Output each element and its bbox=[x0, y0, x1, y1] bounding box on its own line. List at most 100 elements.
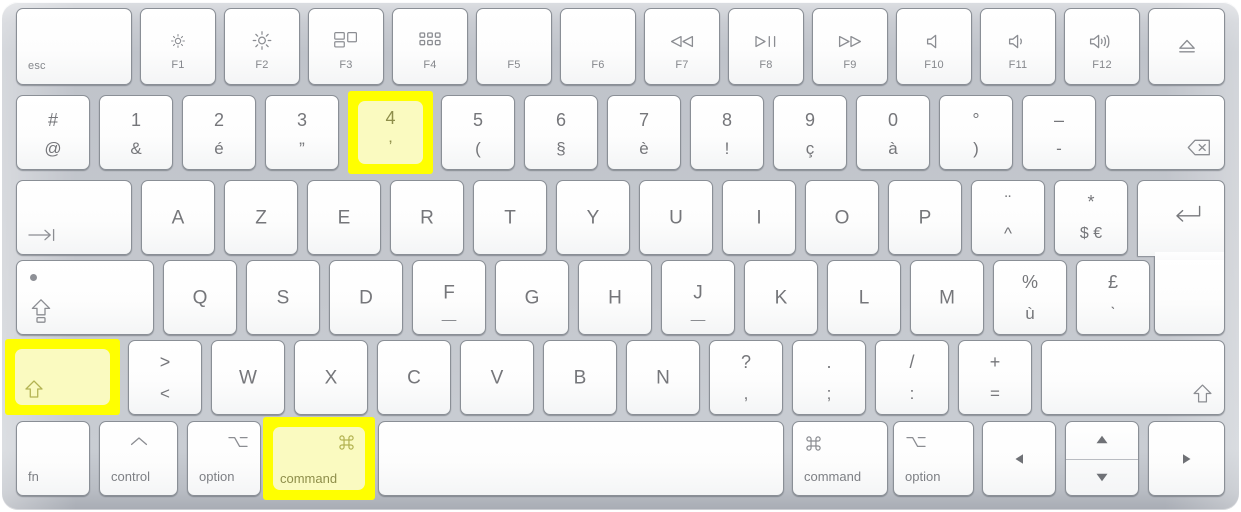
up-down-arrow-key[interactable] bbox=[1065, 421, 1139, 496]
mute-icon bbox=[926, 34, 942, 49]
k-key[interactable]: K bbox=[744, 260, 818, 335]
space-key[interactable] bbox=[378, 421, 784, 496]
f9-key[interactable]: F9 bbox=[812, 8, 888, 85]
r-key[interactable]: R bbox=[390, 180, 464, 255]
j-key[interactable]: J bbox=[661, 260, 735, 335]
right-command-key[interactable]: command bbox=[792, 421, 888, 496]
m-key[interactable]: M bbox=[910, 260, 984, 335]
7-key-top: 7 bbox=[638, 109, 650, 130]
right-option-key[interactable]: option bbox=[893, 421, 974, 496]
dollar-euro-key[interactable]: * $ € bbox=[1054, 180, 1128, 255]
9-key-top: 9 bbox=[804, 109, 816, 130]
p-key[interactable]: P bbox=[888, 180, 962, 255]
o-key[interactable]: O bbox=[805, 180, 879, 255]
enter-key-joint bbox=[1155, 252, 1224, 260]
hash-at-key[interactable]: # @ bbox=[16, 95, 90, 170]
eject-key[interactable] bbox=[1148, 8, 1225, 85]
f11-key[interactable]: F11 bbox=[980, 8, 1056, 85]
angle-bracket-key[interactable]: > < bbox=[128, 340, 202, 415]
u-key[interactable]: U bbox=[639, 180, 713, 255]
9-key[interactable]: 9 ç bbox=[773, 95, 847, 170]
8-key-bottom: ! bbox=[724, 138, 730, 158]
esc-key[interactable]: esc bbox=[16, 8, 132, 85]
y-key[interactable]: Y bbox=[556, 180, 630, 255]
f6-key[interactable]: F6 bbox=[560, 8, 636, 85]
f12-key[interactable]: F12 bbox=[1064, 8, 1140, 85]
j-key-label: J bbox=[693, 282, 703, 304]
h-key[interactable]: H bbox=[578, 260, 652, 335]
capslock-indicator-led bbox=[30, 274, 37, 281]
right-arrow-key[interactable] bbox=[1148, 421, 1225, 496]
o-key-label: O bbox=[834, 207, 850, 228]
f2-key-label: F2 bbox=[255, 59, 269, 72]
a-key[interactable]: A bbox=[141, 180, 215, 255]
2-key-top: 2 bbox=[213, 109, 225, 130]
plus-equals-key[interactable]: + = bbox=[958, 340, 1032, 415]
f2-key[interactable]: F2 bbox=[224, 8, 300, 85]
f7-key[interactable]: F7 bbox=[644, 8, 720, 85]
6-key-bottom: § bbox=[556, 138, 566, 158]
f10-key[interactable]: F10 bbox=[896, 8, 972, 85]
1-key[interactable]: 1 & bbox=[99, 95, 173, 170]
control-key[interactable]: control bbox=[99, 421, 178, 496]
percent-u-key[interactable]: % ù bbox=[993, 260, 1067, 335]
left-arrow-key[interactable] bbox=[982, 421, 1056, 496]
z-key[interactable]: Z bbox=[224, 180, 298, 255]
b-key[interactable]: B bbox=[543, 340, 617, 415]
d-key[interactable]: D bbox=[329, 260, 403, 335]
8-key[interactable]: 8 ! bbox=[690, 95, 764, 170]
l-key[interactable]: L bbox=[827, 260, 901, 335]
t-key[interactable]: T bbox=[473, 180, 547, 255]
question-comma-key[interactable]: ? , bbox=[709, 340, 783, 415]
q-key[interactable]: Q bbox=[163, 260, 237, 335]
capslock-key[interactable] bbox=[16, 260, 154, 335]
2-key[interactable]: 2 é bbox=[182, 95, 256, 170]
fn-key[interactable]: fn bbox=[16, 421, 90, 496]
volume-down-icon bbox=[1008, 34, 1028, 49]
n-key[interactable]: N bbox=[626, 340, 700, 415]
right-option-key-label: option bbox=[905, 469, 941, 484]
f3-key[interactable]: F3 bbox=[308, 8, 384, 85]
f3-key-label: F3 bbox=[339, 59, 353, 72]
degree-paren-key[interactable]: ° ) bbox=[939, 95, 1013, 170]
f4-key[interactable]: F4 bbox=[392, 8, 468, 85]
circumflex-key[interactable]: ¨ ^ bbox=[971, 180, 1045, 255]
4-key[interactable]: 4 ’ bbox=[358, 101, 423, 164]
f8-key[interactable]: F8 bbox=[728, 8, 804, 85]
w-key[interactable]: W bbox=[211, 340, 285, 415]
0-key[interactable]: 0 à bbox=[856, 95, 930, 170]
f-key[interactable]: F bbox=[412, 260, 486, 335]
left-option-key[interactable]: option bbox=[187, 421, 261, 496]
f1-key[interactable]: F1 bbox=[140, 8, 216, 85]
f5-key[interactable]: F5 bbox=[476, 8, 552, 85]
volume-up-icon bbox=[1089, 34, 1115, 49]
delete-key[interactable] bbox=[1105, 95, 1225, 170]
7-key[interactable]: 7 è bbox=[607, 95, 681, 170]
tab-key[interactable] bbox=[16, 180, 132, 255]
left-shift-key[interactable] bbox=[15, 349, 110, 405]
dash-key[interactable]: – - bbox=[1022, 95, 1096, 170]
6-key[interactable]: 6 § bbox=[524, 95, 598, 170]
g-key[interactable]: G bbox=[495, 260, 569, 335]
t-key-label: T bbox=[504, 207, 516, 228]
left-command-key[interactable]: command bbox=[273, 427, 365, 490]
slash-colon-key[interactable]: / : bbox=[875, 340, 949, 415]
e-key[interactable]: E bbox=[307, 180, 381, 255]
play-pause-icon bbox=[754, 35, 778, 48]
c-key-label: C bbox=[407, 367, 421, 388]
enter-key-bottom[interactable] bbox=[1154, 256, 1225, 335]
3-key[interactable]: 3 ” bbox=[265, 95, 339, 170]
period-semicolon-key[interactable]: . ; bbox=[792, 340, 866, 415]
right-shift-key[interactable] bbox=[1041, 340, 1225, 415]
enter-icon bbox=[1174, 205, 1202, 223]
mission-control-icon bbox=[333, 31, 359, 49]
v-key[interactable]: V bbox=[460, 340, 534, 415]
u-key-label: U bbox=[669, 207, 683, 228]
percent-key-top: % bbox=[1021, 271, 1039, 292]
c-key[interactable]: C bbox=[377, 340, 451, 415]
pound-key[interactable]: £ ˋ bbox=[1076, 260, 1150, 335]
i-key[interactable]: I bbox=[722, 180, 796, 255]
s-key[interactable]: S bbox=[246, 260, 320, 335]
5-key[interactable]: 5 ( bbox=[441, 95, 515, 170]
x-key[interactable]: X bbox=[294, 340, 368, 415]
